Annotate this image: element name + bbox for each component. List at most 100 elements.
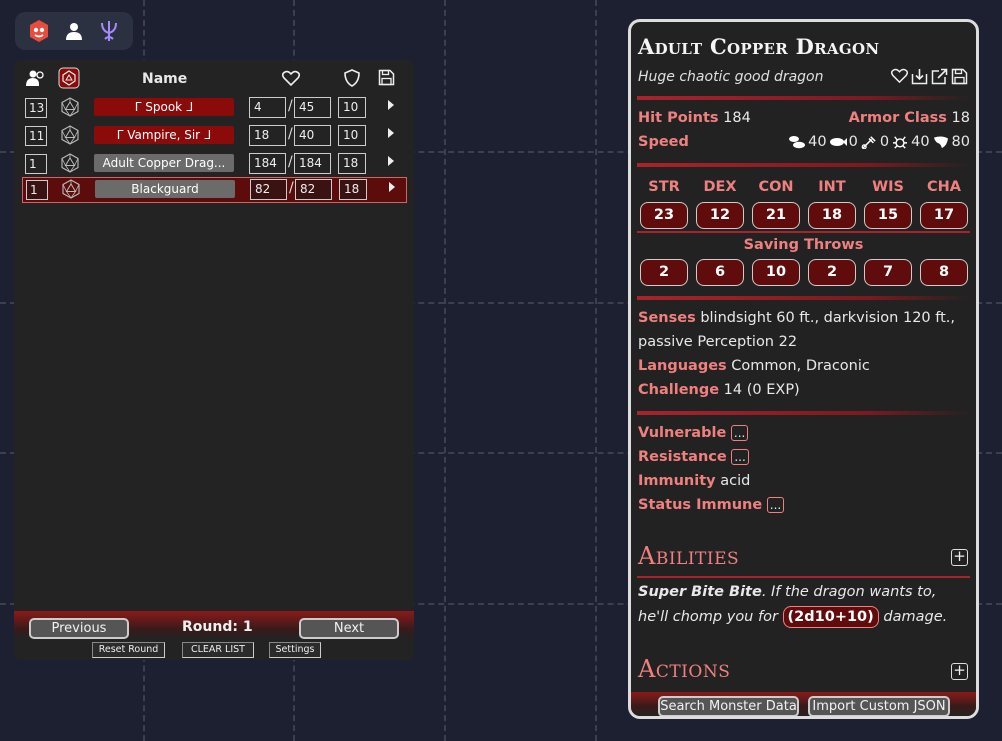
current-hp-input[interactable]: 82 bbox=[250, 179, 287, 200]
status-immune: Status Immune ... bbox=[638, 497, 785, 513]
search-monster-button[interactable]: Search Monster Data bbox=[658, 696, 799, 716]
saving-throw-wis[interactable]: 7 bbox=[864, 259, 912, 286]
actions-title: Actions bbox=[638, 655, 731, 683]
initiative-input[interactable]: 13 bbox=[25, 98, 47, 118]
combatant-name[interactable]: Blackguard bbox=[95, 180, 235, 198]
saving-throw-str[interactable]: 2 bbox=[640, 259, 688, 286]
divider bbox=[637, 96, 970, 100]
ability-score-cha[interactable]: 17 bbox=[920, 202, 968, 229]
previous-button[interactable]: Previous bbox=[29, 618, 129, 639]
combatant-name[interactable]: ᒥ Spook ᒧ bbox=[94, 98, 234, 116]
armor-class-input[interactable]: 18 bbox=[338, 153, 366, 174]
next-button[interactable]: Next bbox=[299, 618, 399, 639]
reset-round-button[interactable]: Reset Round bbox=[92, 642, 165, 658]
ability-name: Super Bite Bite bbox=[638, 584, 762, 600]
hp-separator: / bbox=[288, 126, 293, 142]
armor-class-input[interactable]: 10 bbox=[338, 97, 366, 118]
immunity-value: acid bbox=[720, 473, 751, 489]
combatant-name[interactable]: Adult Copper Drag... bbox=[94, 154, 234, 172]
status-immune-label: Status Immune bbox=[638, 497, 763, 513]
ability-score-wis[interactable]: 15 bbox=[864, 202, 912, 229]
saving-throw-con[interactable]: 10 bbox=[752, 259, 800, 286]
climb-icon bbox=[861, 136, 876, 149]
max-hp-input[interactable]: 82 bbox=[295, 179, 332, 200]
ability-label-wis: WIS bbox=[872, 179, 904, 195]
challenge: Challenge 14 (0 EXP) bbox=[638, 382, 800, 398]
resistance: Resistance ... bbox=[638, 449, 749, 465]
combatant-row[interactable]: 11 ᒥ Vampire, Sir ᒧ 18/40 10 bbox=[22, 124, 407, 148]
save-icon[interactable] bbox=[950, 67, 968, 85]
challenge-value: 14 (0 EXP) bbox=[723, 382, 800, 398]
fly-speed: 80 bbox=[951, 134, 970, 150]
vulnerable-expand-button[interactable]: ... bbox=[730, 425, 749, 441]
senses-label: Senses bbox=[638, 310, 696, 326]
saving-throw-cha[interactable]: 8 bbox=[920, 259, 968, 286]
languages-value: Common, Draconic bbox=[731, 358, 870, 374]
combatant-row[interactable]: 13 ᒥ Spook ᒧ 4/45 10 bbox=[22, 96, 407, 120]
player-icon[interactable] bbox=[60, 17, 88, 45]
armor-class-input[interactable]: 10 bbox=[338, 125, 366, 146]
senses-value-2: passive Perception 22 bbox=[638, 334, 798, 350]
climb-speed: 0 bbox=[879, 134, 890, 150]
clear-list-button[interactable]: CLEAR LIST bbox=[182, 642, 254, 658]
download-icon[interactable] bbox=[910, 67, 928, 85]
ability-score-con[interactable]: 21 bbox=[752, 202, 800, 229]
monster-statblock: Adult Copper Dragon Huge chaotic good dr… bbox=[628, 19, 979, 719]
combatant-name[interactable]: ᒥ Vampire, Sir ᒧ bbox=[94, 126, 234, 144]
add-ability-button[interactable]: + bbox=[951, 549, 968, 566]
ability-score-dex[interactable]: 12 bbox=[696, 202, 744, 229]
save-icon[interactable] bbox=[378, 69, 395, 90]
d20-icon[interactable] bbox=[60, 125, 80, 145]
ability-score-str[interactable]: 23 bbox=[640, 202, 688, 229]
current-hp-input[interactable]: 4 bbox=[249, 97, 286, 118]
current-hp-input[interactable]: 184 bbox=[249, 153, 286, 174]
armor-class-input[interactable]: 18 bbox=[339, 179, 367, 200]
saving-throws-label: Saving Throws bbox=[743, 237, 864, 253]
current-hp-input[interactable]: 18 bbox=[249, 125, 286, 146]
expand-arrow-icon[interactable] bbox=[388, 128, 394, 138]
export-icon[interactable] bbox=[930, 67, 948, 85]
ability-score-int[interactable]: 18 bbox=[808, 202, 856, 229]
armor-class-label: Armor Class bbox=[848, 110, 947, 126]
ability-label-int: INT bbox=[818, 179, 846, 195]
d20-icon[interactable] bbox=[61, 179, 81, 199]
grid-line-v3 bbox=[444, 0, 446, 741]
expand-arrow-icon[interactable] bbox=[389, 182, 395, 192]
combatant-row[interactable]: 1 Adult Copper Drag... 184/184 18 bbox=[22, 152, 407, 176]
saving-throw-int[interactable]: 2 bbox=[808, 259, 856, 286]
max-hp-input[interactable]: 40 bbox=[294, 125, 331, 146]
senses: Senses blindsight 60 ft., darkvision 120… bbox=[638, 310, 955, 326]
divider bbox=[637, 296, 970, 300]
ability-label-cha: CHA bbox=[927, 179, 961, 195]
trident-icon[interactable] bbox=[95, 17, 123, 45]
settings-button[interactable]: Settings bbox=[269, 642, 321, 658]
roll-all-dice-icon[interactable] bbox=[58, 67, 80, 93]
max-hp-input[interactable]: 184 bbox=[294, 153, 331, 174]
initiative-input[interactable]: 11 bbox=[25, 126, 47, 146]
ability-label-str: STR bbox=[648, 179, 680, 195]
status-immune-expand-button[interactable]: ... bbox=[766, 497, 785, 513]
max-hp-input[interactable]: 45 bbox=[294, 97, 331, 118]
ability-label-con: CON bbox=[758, 179, 794, 195]
saving-throw-dex[interactable]: 6 bbox=[696, 259, 744, 286]
initiative-input[interactable]: 1 bbox=[25, 154, 47, 174]
resistance-label: Resistance bbox=[638, 449, 727, 465]
group-icon[interactable] bbox=[26, 68, 46, 92]
d20-icon[interactable] bbox=[60, 97, 80, 117]
expand-arrow-icon[interactable] bbox=[388, 156, 394, 166]
name-column-header: Name bbox=[142, 71, 188, 87]
monster-tracker-icon[interactable] bbox=[25, 17, 53, 45]
expand-arrow-icon[interactable] bbox=[388, 100, 394, 110]
abilities-title: Abilities bbox=[638, 542, 740, 570]
initiative-input[interactable]: 1 bbox=[26, 180, 48, 200]
combatant-row[interactable]: 1 Blackguard 82/82 18 bbox=[22, 177, 407, 203]
import-json-button[interactable]: Import Custom JSON bbox=[808, 696, 950, 716]
statblock-footer: Search Monster Data Import Custom JSON bbox=[631, 692, 976, 716]
resistance-expand-button[interactable]: ... bbox=[731, 449, 749, 465]
damage-roll-button[interactable]: (2d10+10) bbox=[782, 606, 879, 628]
heart-icon[interactable] bbox=[890, 67, 908, 85]
add-action-button[interactable]: + bbox=[951, 663, 968, 680]
d20-icon[interactable] bbox=[60, 153, 80, 173]
speed-list: 40 0 0 40 80 bbox=[788, 134, 970, 150]
fly-icon bbox=[933, 136, 948, 149]
